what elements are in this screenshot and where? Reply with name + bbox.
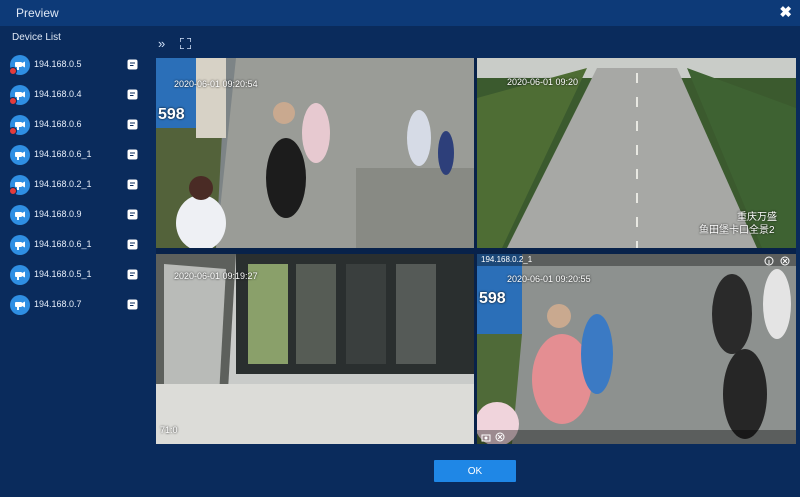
video-cell-2[interactable]: 2020-06-01 09:20 重庆万盛 鱼田堡卡口全景2: [477, 58, 796, 248]
osd-sign-text: 598: [158, 106, 185, 123]
device-action-icon[interactable]: [127, 179, 138, 190]
stop-icon[interactable]: [495, 432, 505, 442]
device-label: 194.168.0.4: [34, 89, 82, 99]
osd-timestamp: 2020-06-01 09:20: [507, 77, 579, 87]
double-chevron-right-icon[interactable]: »: [158, 36, 165, 51]
device-action-icon[interactable]: [127, 149, 138, 160]
video-grid: 2020-06-01 09:20:54 598 2020-06-01 09:20…: [156, 58, 796, 444]
device-list-item[interactable]: 194.168.0.6_1: [0, 230, 150, 260]
camera-feed-image: [156, 254, 474, 444]
ok-button[interactable]: OK: [434, 460, 516, 482]
video-cell-4[interactable]: 194.168.0.2_1 2020-06-01 09:20:55 598: [477, 254, 796, 444]
cell-device-label: 194.168.0.2_1: [481, 255, 533, 264]
osd-corner-text: 71:0: [160, 425, 178, 435]
camera-icon: [9, 85, 30, 105]
device-label: 194.168.0.5: [34, 59, 82, 69]
cell-title-bar: 194.168.0.2_1: [477, 254, 796, 266]
device-list-item[interactable]: 194.168.0.7: [0, 290, 150, 320]
camera-icon: [10, 145, 30, 165]
device-list-item[interactable]: 194.168.0.4: [0, 80, 150, 110]
device-label: 194.168.0.9: [34, 209, 82, 219]
device-action-icon[interactable]: [127, 59, 138, 70]
device-list-item[interactable]: 194.168.0.5: [0, 50, 150, 80]
device-label: 194.168.0.7: [34, 299, 82, 309]
osd-caption-line2: 鱼田堡卡口全景2: [699, 225, 775, 236]
device-action-icon[interactable]: [127, 269, 138, 280]
camera-icon: [10, 265, 30, 285]
cell-control-bar: [477, 430, 796, 444]
camera-icon: [10, 205, 30, 225]
camera-icon: [10, 295, 30, 315]
close-cell-icon[interactable]: [780, 256, 790, 266]
device-list-header: Device List: [12, 32, 61, 43]
device-list-item[interactable]: 194.168.0.6_1: [0, 140, 150, 170]
device-label: 194.168.0.6_1: [34, 149, 92, 159]
device-list: 194.168.0.5 194.168.0.4 194.168.0.6 194.168…: [0, 50, 150, 320]
device-label: 194.168.0.2_1: [34, 179, 92, 189]
fullscreen-icon[interactable]: [179, 37, 192, 52]
device-label: 194.168.0.6: [34, 119, 82, 129]
camera-icon: [10, 235, 30, 255]
video-cell-3[interactable]: 2020-06-01 09:19:27 71:0: [156, 254, 474, 444]
device-action-icon[interactable]: [127, 239, 138, 250]
video-cell-1[interactable]: 2020-06-01 09:20:54 598: [156, 58, 474, 248]
camera-icon: [9, 175, 30, 195]
camera-icon: [9, 55, 30, 75]
device-action-icon[interactable]: [127, 119, 138, 130]
device-action-icon[interactable]: [127, 299, 138, 310]
snapshot-icon[interactable]: [481, 432, 491, 442]
osd-sign-text: 598: [479, 290, 506, 307]
device-list-item[interactable]: 194.168.0.2_1: [0, 170, 150, 200]
device-label: 194.168.0.5_1: [34, 269, 92, 279]
device-list-item[interactable]: 194.168.0.9: [0, 200, 150, 230]
window-title: Preview: [16, 6, 59, 20]
device-action-icon[interactable]: [127, 89, 138, 100]
title-bar: Preview ✖: [0, 0, 800, 26]
osd-timestamp: 2020-06-01 09:19:27: [174, 271, 258, 281]
osd-timestamp: 2020-06-01 09:20:55: [507, 274, 591, 284]
osd-timestamp: 2020-06-01 09:20:54: [174, 79, 258, 89]
info-icon[interactable]: [764, 256, 774, 266]
device-list-item[interactable]: 194.168.0.6: [0, 110, 150, 140]
device-action-icon[interactable]: [127, 209, 138, 220]
device-list-item[interactable]: 194.168.0.5_1: [0, 260, 150, 290]
close-icon[interactable]: ✖: [779, 3, 792, 21]
camera-icon: [9, 115, 30, 135]
device-label: 194.168.0.6_1: [34, 239, 92, 249]
